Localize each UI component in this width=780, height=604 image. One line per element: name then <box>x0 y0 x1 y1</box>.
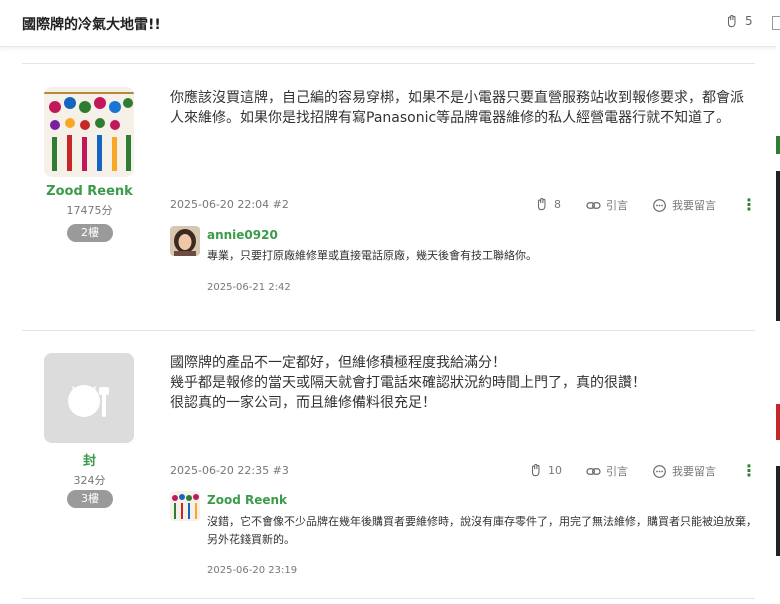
quote-link-icon <box>586 201 601 209</box>
bookmark-icon[interactable] <box>772 16 780 30</box>
right-edge-rail <box>776 46 780 604</box>
avatar[interactable] <box>44 87 134 177</box>
comment-button[interactable]: 我要留言 <box>652 197 716 213</box>
post-meta: 2025-06-20 22:35 #3 <box>170 464 289 477</box>
quote-label: 引言 <box>606 199 628 212</box>
quote-button[interactable]: 引言 <box>586 197 628 213</box>
post-divider <box>22 63 755 64</box>
post-divider <box>22 598 755 599</box>
comment-label: 我要留言 <box>672 465 716 478</box>
author-block: 封 324分 <box>22 450 157 488</box>
clap-icon <box>727 14 736 28</box>
comment-bubble-icon <box>653 198 666 212</box>
reply-time: 2025-06-21 2:42 <box>207 282 291 293</box>
comment-bubble-icon <box>653 464 666 478</box>
post-content: 你應該沒買這牌，自己編的容易穿梆，如果不是小電器只要直營服務站收到報修要求，都會… <box>170 90 744 126</box>
topic-like-count: 5 <box>745 14 753 28</box>
author-score: 17475分 <box>66 204 113 217</box>
floor-badge: 2樓 <box>67 224 113 242</box>
post-content-line: 很認真的一家公司，而且維修備料很充足！ <box>170 395 436 411</box>
comment-button[interactable]: 我要留言 <box>652 463 716 479</box>
floor-badge: 3樓 <box>67 490 113 508</box>
post-meta: 2025-06-20 22:04 #2 <box>170 198 289 211</box>
rail-green-marker <box>776 136 780 154</box>
like-button[interactable]: 10 <box>529 463 562 477</box>
page-title: 國際牌的冷氣大地雷!! <box>22 17 161 33</box>
more-options-icon[interactable]: ⋮ <box>741 463 757 479</box>
more-options-icon[interactable]: ⋮ <box>741 197 757 213</box>
comment-label: 我要留言 <box>672 199 716 212</box>
post-content-line: 國際牌的產品不一定都好，但維修積極程度我給滿分！ <box>170 355 506 371</box>
author-block: Zood Reenk 17475分 <box>22 184 157 218</box>
reply-author-name[interactable]: Zood Reenk <box>207 493 287 507</box>
quote-link-icon <box>586 467 601 475</box>
reply-text: 沒錯，它不會像不少品牌在幾年後購買者要維修時，說沒有庫存零件了，用完了無法維修，… <box>207 515 757 546</box>
post-content-line: 幾乎都是報修的當天或隔天就會打電話來確認狀況約時間上門了，真的很讚！ <box>170 375 646 391</box>
rail-red-marker <box>776 404 780 440</box>
reply-time: 2025-06-20 23:19 <box>207 565 298 576</box>
rail-dark-block-2 <box>776 466 780 556</box>
tassel-avatar-image <box>170 491 200 521</box>
post-content: 國際牌的產品不一定都好，但維修積極程度我給滿分！ 幾乎都是報修的當天或隔天就會打… <box>170 353 755 413</box>
clap-icon <box>531 463 540 477</box>
quote-label: 引言 <box>606 465 628 478</box>
quote-button[interactable]: 引言 <box>586 463 628 479</box>
topic-header: 國際牌的冷氣大地雷!! 5 <box>0 0 780 47</box>
clap-icon <box>537 197 546 211</box>
reply-text: 專業，只要打原廠維修單或直接電話原廠，幾天後會有技工聯絡你。 <box>207 249 537 262</box>
like-count: 10 <box>548 463 562 477</box>
author-name[interactable]: 封 <box>22 450 157 469</box>
reply-avatar[interactable] <box>170 226 200 256</box>
tassel-avatar-image <box>44 87 134 177</box>
avatar[interactable] <box>44 353 134 443</box>
author-score: 324分 <box>73 474 106 487</box>
like-button[interactable]: 8 <box>535 197 561 211</box>
reply-author-name[interactable]: annie0920 <box>207 228 278 242</box>
person-avatar-image <box>170 226 200 256</box>
reply-avatar[interactable] <box>170 491 200 521</box>
default-avatar-icon <box>44 353 134 443</box>
topic-like-button[interactable]: 5 <box>725 14 753 28</box>
like-count: 8 <box>554 197 561 211</box>
post-divider <box>22 330 755 331</box>
rail-dark-block <box>776 171 780 321</box>
author-name[interactable]: Zood Reenk <box>22 184 157 199</box>
